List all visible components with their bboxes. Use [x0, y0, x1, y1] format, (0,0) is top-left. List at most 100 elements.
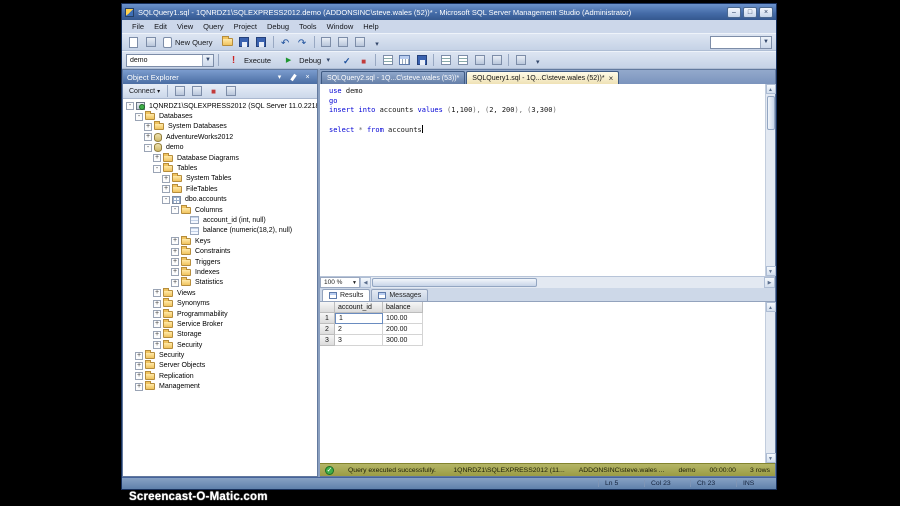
tree-node-tables[interactable]: - Tables	[123, 163, 317, 173]
save-icon[interactable]	[237, 35, 252, 49]
activity-monitor-icon[interactable]	[143, 35, 158, 49]
grid-column-header[interactable]: account_id	[335, 302, 383, 313]
window-position-icon[interactable]: ▾	[274, 72, 285, 82]
tree-node-filetables[interactable]: + FileTables	[123, 183, 317, 194]
expand-icon[interactable]: +	[144, 122, 152, 131]
results-to-file-icon[interactable]	[414, 53, 429, 67]
tree-node-balance-numeric-18-2-null[interactable]: balance (numeric(18,2), null)	[123, 226, 317, 236]
grid-row-header[interactable]: 3	[320, 335, 335, 346]
collapse-icon[interactable]: -	[171, 206, 179, 215]
chevron-down-icon[interactable]: ▼	[760, 36, 771, 48]
scroll-right-icon[interactable]: ▶	[764, 277, 775, 288]
tree-node-system-tables[interactable]: + System Tables	[123, 173, 317, 184]
comment-selection-icon[interactable]	[438, 53, 453, 67]
debug-button[interactable]: Debug	[278, 52, 337, 68]
tree-node-management[interactable]: + Management	[123, 381, 317, 392]
tree-node-demo[interactable]: - demo	[123, 143, 317, 153]
close-panel-icon[interactable]: ×	[302, 72, 313, 82]
tree-node-system-databases[interactable]: + System Databases	[123, 121, 317, 132]
title-bar[interactable]: SQLQuery1.sql - 1QNRDZ1\SQLEXPRESS2012.d…	[122, 4, 776, 20]
expand-icon[interactable]: +	[171, 258, 179, 267]
expand-icon[interactable]: +	[153, 341, 161, 350]
scroll-left-icon[interactable]: ◀	[360, 277, 371, 288]
collapse-icon[interactable]: -	[153, 164, 161, 173]
close-button[interactable]: ×	[759, 6, 773, 18]
expand-icon[interactable]: +	[162, 174, 170, 183]
tab-results[interactable]: Results	[322, 289, 371, 301]
open-file-icon[interactable]	[220, 35, 235, 49]
collapse-icon[interactable]: -	[144, 143, 152, 152]
scroll-down-icon[interactable]: ▼	[765, 266, 776, 276]
tree-node-1qnrdz1-sqlexpress2012-sql-s[interactable]: - 1QNRDZ1\SQLEXPRESS2012 (SQL Server 11.0…	[123, 101, 317, 111]
tab-messages[interactable]: Messages	[371, 289, 429, 301]
oe-refresh-icon[interactable]	[172, 84, 187, 98]
navigate-forward-icon[interactable]	[353, 35, 368, 49]
grid-corner-cell[interactable]	[320, 302, 335, 313]
tree-node-constraints[interactable]: + Constraints	[123, 246, 317, 256]
menu-query[interactable]: Query	[198, 21, 228, 32]
menu-edit[interactable]: Edit	[149, 21, 172, 32]
collapse-icon[interactable]: -	[135, 112, 143, 121]
tree-node-security[interactable]: + Security	[123, 350, 317, 360]
document-tab[interactable]: SQLQuery2.sql - 1Q...C\steve.wales (53))…	[321, 71, 466, 84]
expand-icon[interactable]: +	[153, 289, 161, 298]
specify-template-values-icon[interactable]	[513, 53, 528, 67]
menu-view[interactable]: View	[172, 21, 198, 32]
expand-icon[interactable]: +	[135, 351, 143, 360]
outdent-icon[interactable]	[489, 53, 504, 67]
zoom-combobox[interactable]: 100 % ▼	[320, 277, 360, 288]
object-explorer-header[interactable]: Object Explorer ▾ ×	[123, 70, 317, 84]
grid-cell[interactable]: 300.00	[383, 335, 423, 346]
menu-project[interactable]: Project	[229, 21, 262, 32]
results-grid[interactable]: account_id balance 1 1 100.00 2 2 200.00 3 3 300.0…	[320, 302, 423, 463]
tree-node-storage[interactable]: + Storage	[123, 329, 317, 340]
scrollbar-thumb[interactable]	[766, 96, 775, 130]
scroll-up-icon[interactable]: ▲	[765, 84, 776, 94]
expand-icon[interactable]: +	[135, 361, 143, 370]
object-tree[interactable]: -1QNRDZ1\SQLEXPRESS2012 (SQL Server 11.0…	[123, 99, 317, 476]
menu-debug[interactable]: Debug	[262, 21, 294, 32]
tree-node-triggers[interactable]: + Triggers	[123, 256, 317, 267]
expand-icon[interactable]: +	[153, 299, 161, 308]
tree-node-databases[interactable]: - Databases	[123, 111, 317, 121]
menu-file[interactable]: File	[127, 21, 149, 32]
pin-icon[interactable]	[288, 72, 299, 82]
scrollbar-thumb[interactable]	[372, 278, 538, 287]
expand-icon[interactable]: +	[162, 185, 170, 194]
menu-window[interactable]: Window	[322, 21, 359, 32]
find-icon[interactable]	[319, 35, 334, 49]
toolbar-options-2-icon[interactable]	[530, 53, 545, 67]
results-to-grid-icon[interactable]	[397, 53, 412, 67]
oe-filter-icon[interactable]	[189, 84, 204, 98]
indent-icon[interactable]	[472, 53, 487, 67]
new-query-button[interactable]: New Query	[160, 36, 218, 49]
tree-node-columns[interactable]: - Columns	[123, 204, 317, 215]
grid-cell[interactable]: 100.00	[383, 313, 423, 324]
tree-node-service-broker[interactable]: + Service Broker	[123, 318, 317, 329]
menu-help[interactable]: Help	[358, 21, 383, 32]
toolbar-generic-combobox[interactable]: ▼	[710, 35, 772, 49]
expand-icon[interactable]: +	[144, 133, 152, 142]
tree-node-views[interactable]: + Views	[123, 287, 317, 298]
tree-node-security[interactable]: + Security	[123, 339, 317, 350]
tree-node-adventureworks2012[interactable]: + AdventureWorks2012	[123, 132, 317, 142]
grid-cell[interactable]: 200.00	[383, 324, 423, 335]
undo-icon[interactable]	[278, 35, 293, 49]
expand-icon[interactable]: +	[153, 330, 161, 339]
toolbar-options-icon[interactable]	[370, 35, 385, 49]
cancel-executing-query-icon[interactable]	[356, 53, 371, 67]
grid-cell[interactable]: 2	[335, 324, 383, 335]
tree-node-database-diagrams[interactable]: + Database Diagrams	[123, 152, 317, 163]
new-connection-icon[interactable]	[126, 35, 141, 49]
expand-icon[interactable]: +	[153, 154, 161, 163]
results-vertical-scrollbar[interactable]: ▲ ▼	[765, 302, 776, 463]
grid-row-header[interactable]: 1	[320, 313, 335, 324]
menu-tools[interactable]: Tools	[294, 21, 322, 32]
expand-icon[interactable]: +	[135, 382, 143, 391]
uncomment-selection-icon[interactable]	[455, 53, 470, 67]
grid-cell[interactable]: 1	[335, 313, 383, 324]
grid-cell[interactable]: 3	[335, 335, 383, 346]
tree-node-statistics[interactable]: + Statistics	[123, 277, 317, 288]
code-area[interactable]: use demo go insert into accounts values (1…	[320, 84, 765, 276]
expand-icon[interactable]: +	[153, 320, 161, 329]
